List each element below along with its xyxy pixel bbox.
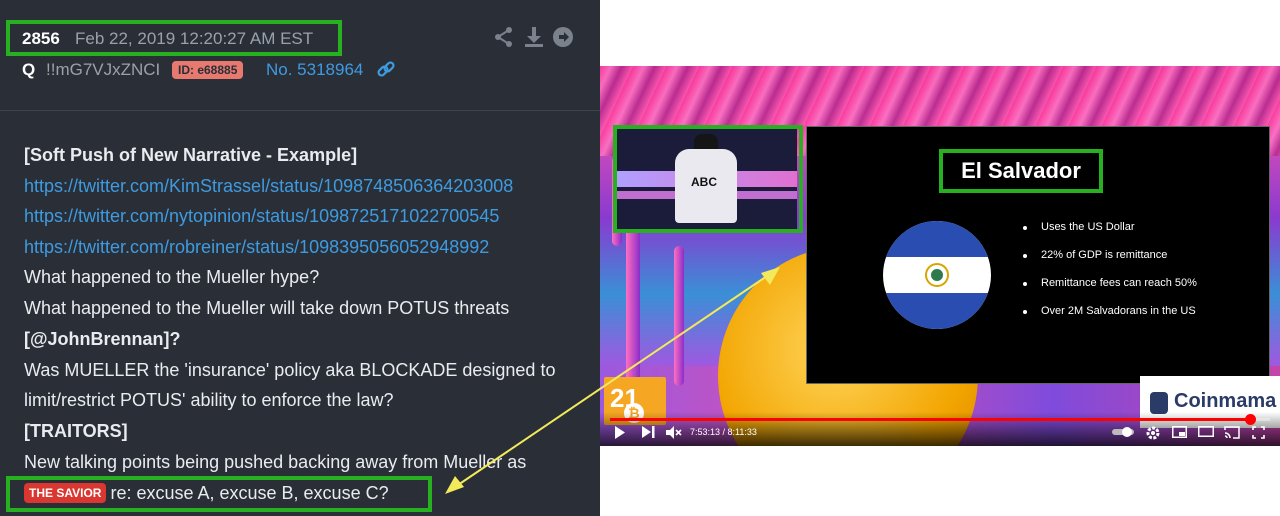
slide-title: El Salvador: [939, 149, 1103, 193]
post-text-line: Was MUELLER the 'insurance' policy aka B…: [24, 360, 556, 380]
post-url-link[interactable]: https://twitter.com/KimStrassel/status/1…: [24, 176, 513, 197]
share-icon[interactable]: [494, 26, 514, 48]
settings-icon[interactable]: [1146, 426, 1160, 440]
palm-trunk: [626, 226, 640, 386]
post-author: Q: [22, 60, 36, 79]
post-text-line: What happened to the Mueller hype?: [24, 267, 320, 287]
slide-bullet: Over 2M Salvadorans in the US: [1023, 305, 1197, 333]
miniplayer-icon[interactable]: [1172, 426, 1187, 438]
post-id-badge[interactable]: ID: e68885: [172, 61, 244, 79]
post-url-link[interactable]: https://twitter.com/nytopinion/status/10…: [24, 206, 499, 227]
forward-icon[interactable]: [552, 26, 574, 48]
post-text-line: [@JohnBrennan]?: [24, 329, 181, 349]
slide-bullet: 22% of GDP is remittance: [1023, 249, 1197, 277]
camera-highlight: [613, 125, 803, 233]
el-salvador-flag-icon: [883, 221, 991, 329]
video-controls: 7:53:13 / 8:11:33: [600, 412, 1280, 446]
autoplay-toggle[interactable]: [1112, 426, 1134, 438]
palm-trunk: [674, 246, 684, 386]
slide-bullet: Remittance fees can reach 50%: [1023, 277, 1197, 305]
progress-bar[interactable]: [610, 414, 1270, 425]
next-icon[interactable]: [642, 426, 655, 438]
progress-fill: [610, 418, 1251, 421]
post-url-link[interactable]: https://twitter.com/robreiner/status/109…: [24, 237, 489, 258]
progress-knob[interactable]: [1245, 414, 1257, 425]
post-number[interactable]: 2856: [22, 29, 60, 49]
flag-band: [883, 221, 991, 257]
post-tripcode: !!mG7VJxZNCI: [46, 60, 161, 79]
video-time: 7:53:13 / 8:11:33: [690, 427, 757, 437]
flag-band: [883, 293, 991, 329]
savior-line-highlight: [6, 476, 432, 512]
forum-post: 2856 Feb 22, 2019 12:20:27 AM EST Q !!mG…: [0, 0, 600, 516]
post-date: Feb 22, 2019 12:20:27 AM EST: [75, 29, 314, 48]
post-text-line: limit/restrict POTUS' ability to enforce…: [24, 390, 394, 410]
theater-icon[interactable]: [1198, 426, 1214, 437]
video-player[interactable]: ABC El Salvador Uses the US Dollar 22% o…: [600, 66, 1280, 446]
post-header: 2856 Feb 22, 2019 12:20:27 AM EST Q !!mG…: [0, 0, 600, 111]
slide-bullets: Uses the US Dollar 22% of GDP is remitta…: [1023, 221, 1197, 333]
post-text-line: New talking points being pushed backing …: [24, 452, 527, 472]
slide-bullet: Uses the US Dollar: [1023, 221, 1197, 249]
fullscreen-icon[interactable]: [1252, 426, 1265, 439]
mute-icon[interactable]: [666, 426, 682, 439]
microphone-icon: [1150, 392, 1168, 414]
cast-icon[interactable]: [1224, 426, 1240, 439]
presentation-slide: El Salvador Uses the US Dollar 22% of GD…: [806, 126, 1270, 384]
download-icon[interactable]: [524, 26, 544, 48]
post-text-line: What happened to the Mueller will take d…: [24, 298, 510, 318]
post-link[interactable]: No. 5318964: [266, 60, 363, 80]
post-text-line: [TRAITORS]: [24, 421, 128, 441]
flag-seal: [925, 263, 949, 287]
post-text-heading: [Soft Push of New Narrative - Example]: [24, 145, 358, 165]
post-actions: [494, 26, 578, 50]
sponsor-name: Coinmama: [1174, 390, 1277, 412]
play-icon[interactable]: [614, 426, 626, 439]
link-icon[interactable]: [376, 60, 396, 80]
